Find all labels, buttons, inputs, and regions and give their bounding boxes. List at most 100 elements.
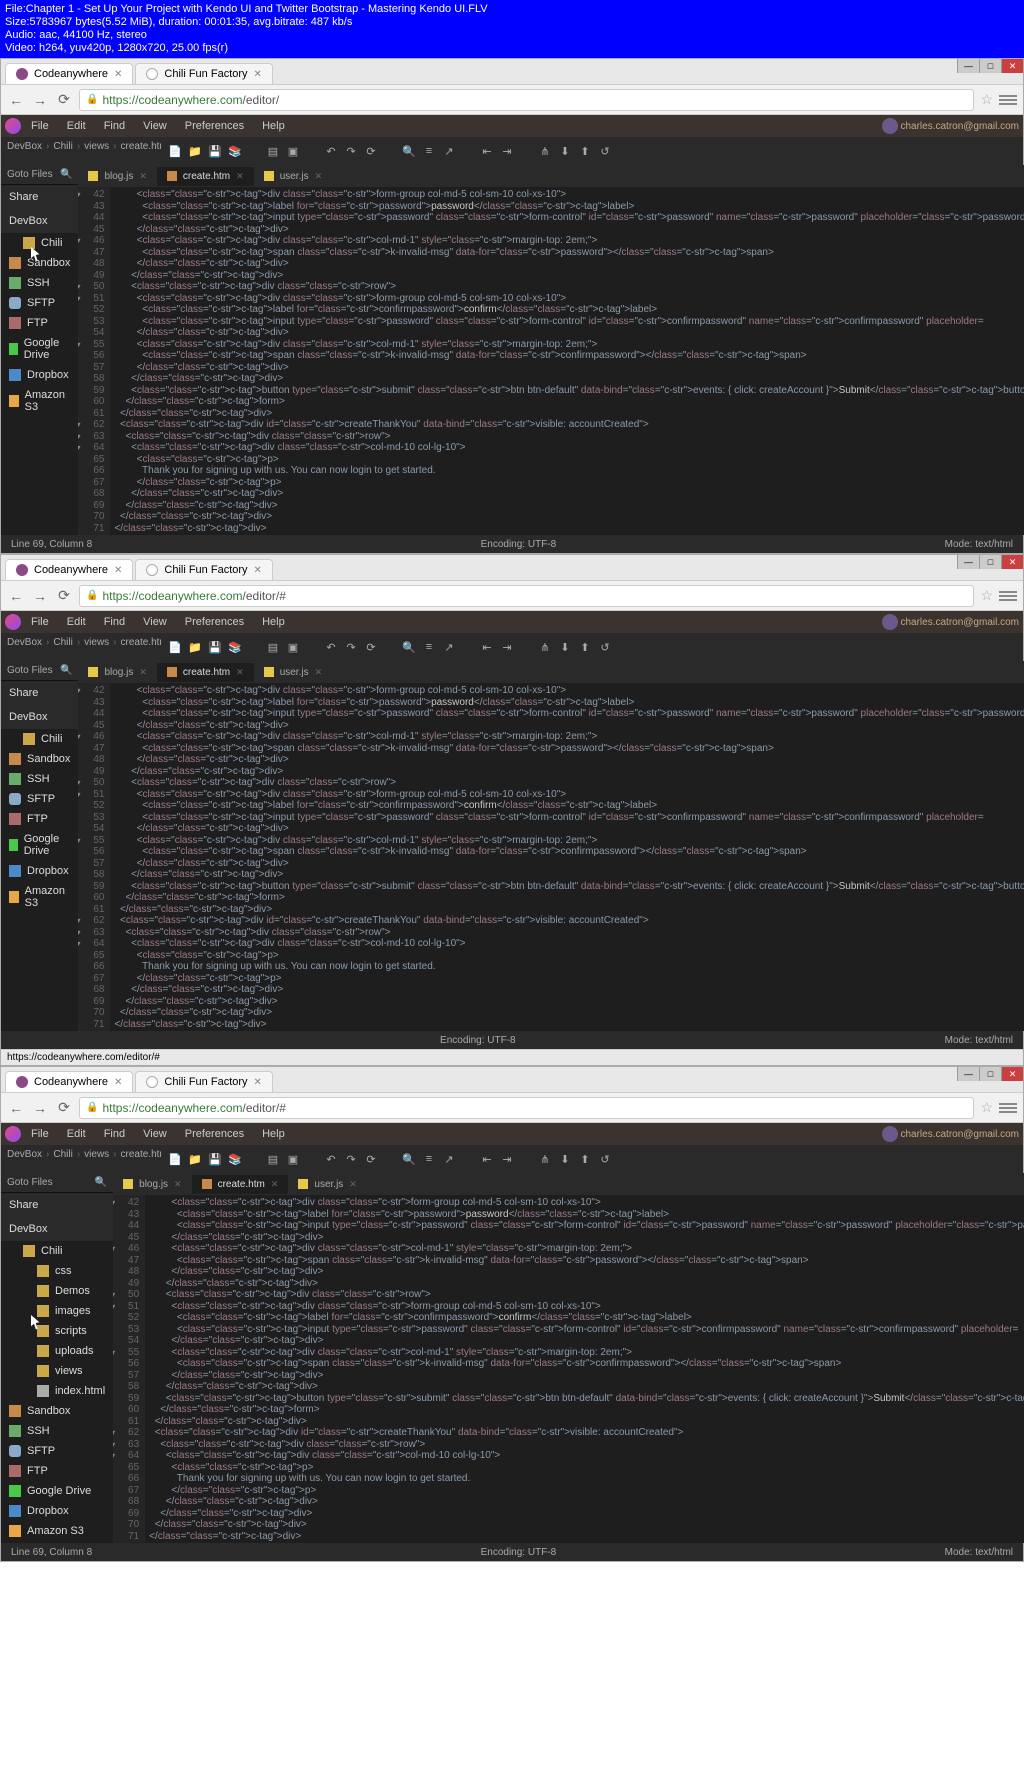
ftab-blog[interactable]: blog.js✕ [78, 663, 156, 682]
goto-files[interactable]: Goto Files🔍 [1, 661, 78, 681]
menu-find[interactable]: Find [96, 613, 133, 631]
sidebar-gdrive[interactable]: Google Drive [1, 333, 78, 365]
menu-preferences[interactable]: Preferences [177, 613, 252, 631]
bookmark-icon[interactable]: ☆ [980, 1099, 993, 1116]
save-icon[interactable]: 💾 [205, 141, 225, 161]
sidebar-share[interactable]: Share [1, 185, 78, 209]
sidebar-dropbox[interactable]: Dropbox [1, 1501, 113, 1521]
tree-chili[interactable]: Chili [1, 233, 78, 253]
menu-view[interactable]: View [135, 117, 175, 135]
app-logo-icon[interactable] [5, 614, 21, 630]
ftab-blog[interactable]: blog.js✕ [78, 167, 156, 186]
menu-edit[interactable]: Edit [59, 117, 94, 135]
tree-demos[interactable]: Demos [1, 1281, 113, 1301]
sidebar-ftp[interactable]: FTP [1, 809, 78, 829]
close-icon[interactable]: ✕ [315, 171, 323, 182]
sidebar-gdrive[interactable]: Google Drive [1, 829, 78, 861]
sidebar-dropbox[interactable]: Dropbox [1, 861, 78, 881]
tree-chili[interactable]: Chili [1, 1241, 113, 1261]
minimize-icon[interactable]: — [957, 1067, 979, 1081]
minimize-icon[interactable]: — [957, 555, 979, 569]
sidebar-sftp[interactable]: SFTP [1, 1441, 113, 1461]
maximize-icon[interactable]: □ [979, 1067, 1001, 1081]
bookmark-icon[interactable]: ☆ [980, 91, 993, 108]
undo-icon[interactable]: ↶ [321, 141, 341, 161]
redo-icon[interactable]: ↷ [341, 141, 361, 161]
user-avatar-icon[interactable] [882, 614, 898, 630]
search-icon[interactable]: 🔍 [60, 169, 72, 180]
new-folder-icon[interactable]: 📁 [185, 141, 205, 161]
address-input[interactable]: 🔒https://codeanywhere.com/editor/ [79, 89, 974, 111]
new-file-icon[interactable]: 📄 [165, 141, 185, 161]
upload-icon[interactable]: ⬆ [575, 141, 595, 161]
history-icon[interactable]: ↺ [595, 141, 615, 161]
reload-icon[interactable]: ⟳ [55, 1099, 73, 1117]
sidebar-gdrive[interactable]: Google Drive [1, 1481, 113, 1501]
menu-help[interactable]: Help [254, 613, 293, 631]
close-icon[interactable]: ✕ [1001, 1067, 1023, 1081]
user-avatar-icon[interactable] [882, 118, 898, 134]
share-icon[interactable]: ⋔ [535, 141, 555, 161]
reload-icon[interactable]: ⟳ [55, 91, 73, 109]
tree-css[interactable]: css [1, 1261, 113, 1281]
close-tab-icon[interactable]: ✕ [114, 565, 122, 576]
bookmark-icon[interactable]: ☆ [980, 587, 993, 604]
bc-chili[interactable]: Chili [53, 141, 72, 152]
ftab-create[interactable]: create.htm✕ [192, 1175, 289, 1194]
minimize-icon[interactable]: — [957, 59, 979, 73]
code-text[interactable]: <class="class="c-str">c-tag">div class="… [110, 683, 1024, 1031]
close-icon[interactable]: ✕ [1001, 555, 1023, 569]
sidebar-devbox[interactable]: DevBox [1, 1217, 113, 1241]
sidebar-ftp[interactable]: FTP [1, 1461, 113, 1481]
sidebar-share[interactable]: Share [1, 1193, 113, 1217]
sidebar-ssh[interactable]: SSH [1, 1421, 113, 1441]
save-all-icon[interactable]: 📚 [225, 141, 245, 161]
ftab-create[interactable]: create.htm✕ [157, 167, 254, 186]
tree-index[interactable]: index.html [1, 1381, 113, 1401]
app-logo-icon[interactable] [5, 118, 21, 134]
sidebar-dropbox[interactable]: Dropbox [1, 365, 78, 385]
menu-view[interactable]: View [135, 613, 175, 631]
sidebar-devbox[interactable]: DevBox [1, 209, 78, 233]
sidebar-s3[interactable]: Amazon S3 [1, 881, 78, 913]
ftab-user[interactable]: user.js✕ [254, 167, 332, 186]
forward-icon[interactable]: → [31, 1099, 49, 1117]
tab-codeanywhere[interactable]: Codeanywhere✕ [5, 63, 133, 84]
menu-file[interactable]: File [23, 613, 57, 631]
menu-preferences[interactable]: Preferences [177, 117, 252, 135]
terminal-icon[interactable]: ▣ [283, 141, 303, 161]
sidebar-sandbox[interactable]: Sandbox [1, 749, 78, 769]
goto-icon[interactable]: ↗ [439, 141, 459, 161]
list-icon[interactable]: ≡ [419, 141, 439, 161]
close-icon[interactable]: ✕ [236, 171, 244, 182]
sidebar-sandbox[interactable]: Sandbox [1, 1401, 113, 1421]
tab-chili[interactable]: Chili Fun Factory✕ [135, 1071, 273, 1092]
tree-uploads[interactable]: uploads [1, 1341, 113, 1361]
reload-icon[interactable]: ⟳ [55, 587, 73, 605]
close-tab-icon[interactable]: ✕ [254, 69, 262, 80]
close-icon[interactable]: ✕ [139, 171, 147, 182]
app-logo-icon[interactable] [5, 1126, 21, 1142]
sidebar-sandbox[interactable]: Sandbox [1, 253, 78, 273]
close-icon[interactable]: ✕ [1001, 59, 1023, 73]
tree-scripts[interactable]: scripts [1, 1321, 113, 1341]
code-editor[interactable]: ▾42434445▾46474849▾50▾51525354▾555657585… [78, 187, 1024, 535]
ftab-user[interactable]: user.js✕ [254, 663, 332, 682]
user-avatar-icon[interactable] [882, 1126, 898, 1142]
menu-find[interactable]: Find [96, 117, 133, 135]
forward-icon[interactable]: → [31, 587, 49, 605]
sidebar-s3[interactable]: Amazon S3 [1, 1521, 113, 1541]
hamburger-icon[interactable] [999, 1099, 1017, 1117]
sidebar-sftp[interactable]: SFTP [1, 293, 78, 313]
indent-icon[interactable]: ⇥ [497, 141, 517, 161]
ftab-create[interactable]: create.htm✕ [157, 663, 254, 682]
menu-edit[interactable]: Edit [59, 613, 94, 631]
menu-file[interactable]: File [23, 117, 57, 135]
refresh-icon[interactable]: ⟳ [361, 141, 381, 161]
code-text[interactable]: <class="class="c-str">c-tag">div class="… [110, 187, 1024, 535]
tree-views[interactable]: views [1, 1361, 113, 1381]
goto-files[interactable]: Goto Files🔍 [1, 165, 78, 185]
devices-icon[interactable]: ▤ [263, 141, 283, 161]
user-email[interactable]: charles.catron@gmail.com [900, 121, 1019, 132]
close-tab-icon[interactable]: ✕ [114, 69, 122, 80]
